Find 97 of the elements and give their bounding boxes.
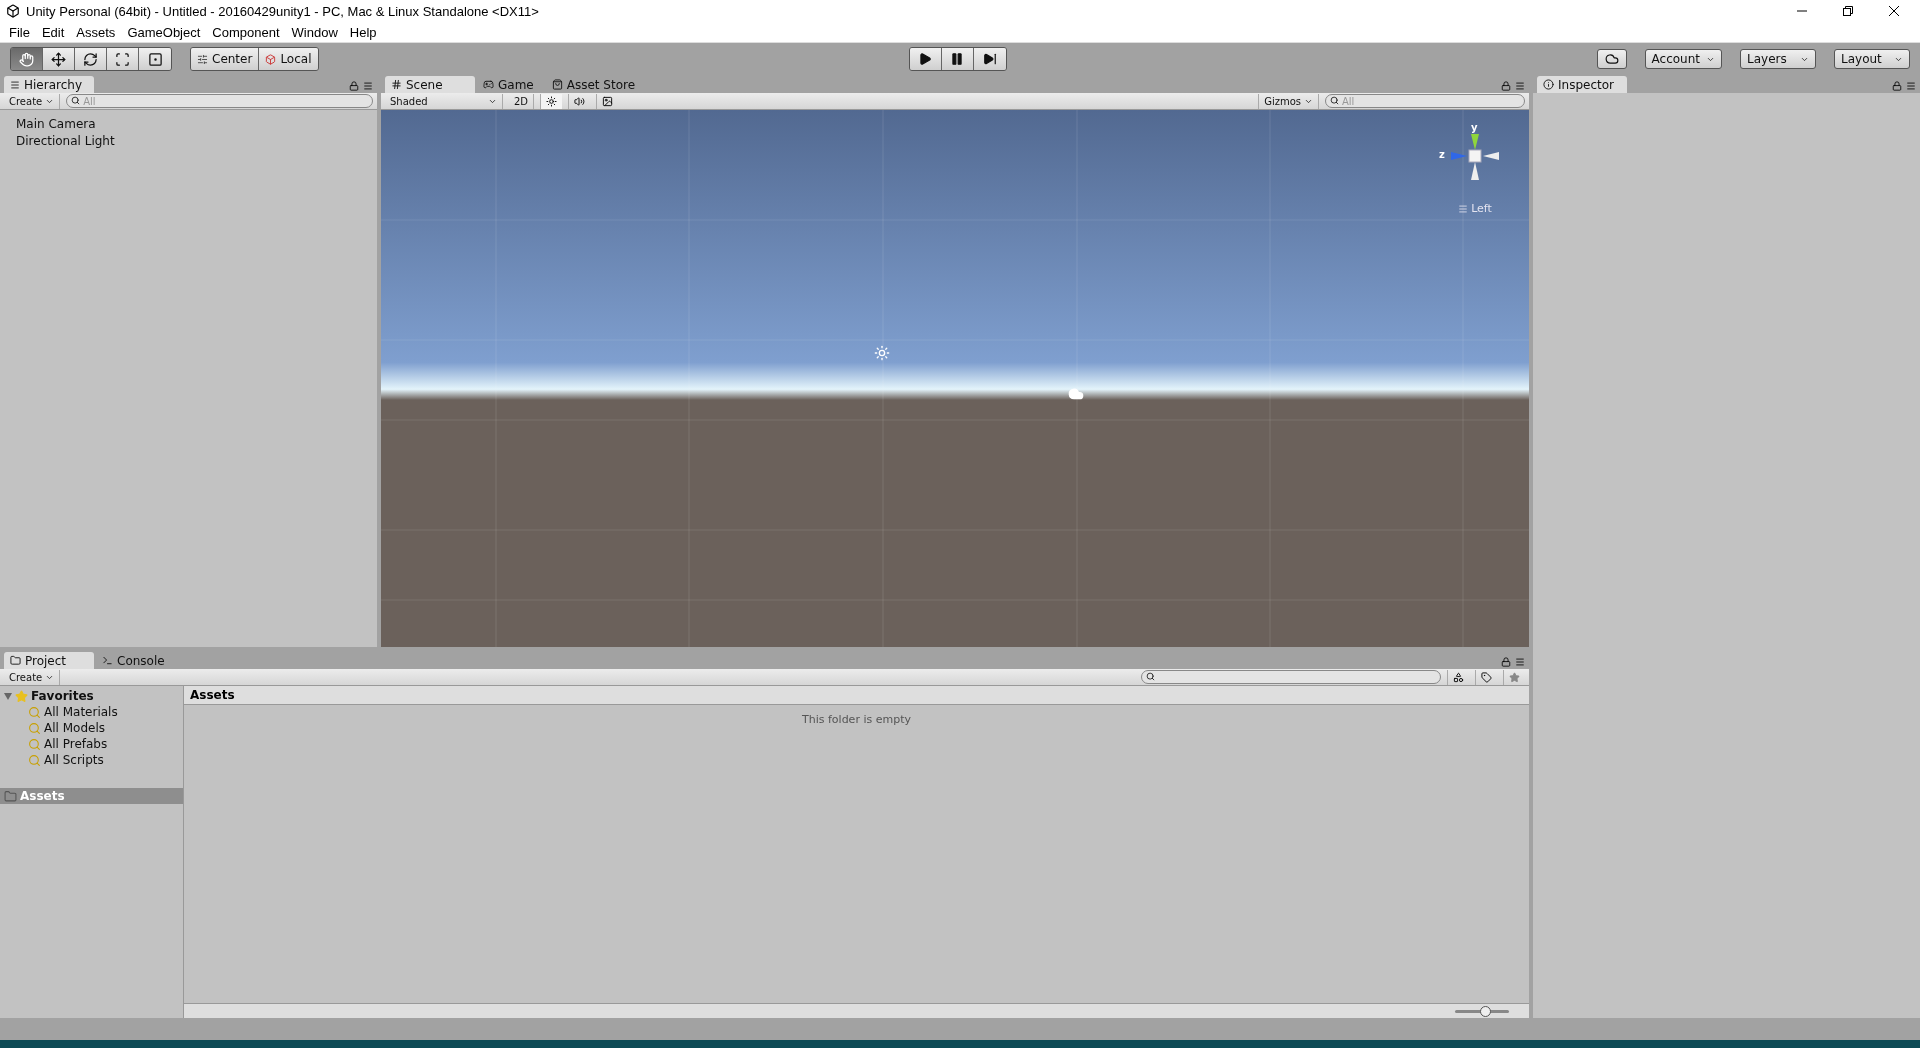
folder-icon [10, 655, 21, 666]
menu-icon [1458, 203, 1469, 214]
create-dropdown[interactable]: Create [4, 93, 61, 109]
hand-icon [19, 51, 34, 67]
menu-icon[interactable] [1906, 81, 1916, 91]
grid-icon [391, 79, 402, 90]
step-button[interactable] [973, 48, 1006, 70]
scale-icon [115, 51, 130, 67]
panel-tab[interactable]: Game [477, 76, 544, 93]
speaker-icon [574, 95, 586, 107]
gamepad-icon [483, 79, 494, 90]
tree-item[interactable]: Favorites [0, 688, 183, 704]
tool-button[interactable] [43, 48, 75, 70]
panel-tab[interactable]: Hierarchy [4, 76, 94, 93]
tool-button[interactable] [107, 48, 139, 70]
play-icon [918, 52, 933, 66]
dropdown-button[interactable]: Layers [1740, 49, 1816, 69]
star-icon [15, 689, 28, 703]
folder-icon [4, 789, 17, 803]
shading-dropdown[interactable]: Shaded [385, 93, 503, 109]
search-field[interactable] [1141, 670, 1441, 684]
lighting-toggle[interactable] [540, 93, 563, 109]
tree-item[interactable]: All Prefabs [0, 736, 183, 752]
pivot-button[interactable]: Local [259, 48, 318, 70]
axis-label: y [1471, 122, 1478, 133]
light-icon[interactable] [874, 345, 890, 361]
tree-item[interactable]: All Scripts [0, 752, 183, 768]
search-field[interactable]: All [66, 94, 373, 108]
cube-icon [265, 53, 277, 65]
search-icon [1146, 672, 1155, 681]
tag-icon [1481, 671, 1492, 683]
bag-icon [551, 79, 563, 90]
search-icon [1330, 96, 1339, 105]
search-icon [28, 705, 41, 719]
lock-icon[interactable] [1501, 657, 1511, 667]
dropdown-button[interactable]: Account [1644, 49, 1722, 69]
menu-item[interactable]: Assets [70, 24, 122, 40]
gizmos-dropdown[interactable]: Gizmos [1258, 93, 1319, 109]
move-arrows-icon [51, 51, 66, 67]
panel-tab[interactable]: Inspector [1537, 76, 1627, 93]
rect-icon [147, 51, 163, 67]
play-button[interactable] [909, 48, 942, 70]
slider-thumb[interactable] [1479, 1005, 1491, 1017]
menu-item[interactable]: File [3, 24, 36, 40]
console-icon [102, 655, 113, 666]
search-icon [71, 96, 81, 105]
logo-icon [6, 4, 20, 18]
tree-item[interactable]: All Materials [0, 704, 183, 720]
sun-icon [546, 95, 558, 107]
hierarchy-item[interactable]: Directional Light [16, 133, 361, 149]
rotate-icon [83, 51, 98, 67]
list-icon [10, 79, 20, 90]
image-icon [602, 95, 614, 107]
menu-icon[interactable] [363, 81, 373, 91]
dropdown-button[interactable]: Layout [1834, 49, 1910, 69]
search-icon [28, 753, 41, 767]
tool-button[interactable] [75, 48, 107, 70]
2d-toggle[interactable]: 2D [509, 93, 535, 109]
pivot-icon [197, 53, 208, 65]
search-icon [28, 737, 41, 751]
search-icon [28, 721, 41, 735]
shapes-icon [1453, 671, 1464, 683]
tree-item[interactable]: All Models [0, 720, 183, 736]
menu-icon[interactable] [1515, 657, 1525, 667]
cloud-button[interactable] [1596, 49, 1627, 69]
panel-tab[interactable]: Asset Store [545, 76, 646, 93]
close-icon [1889, 6, 1899, 16]
menu-icon[interactable] [1515, 81, 1525, 91]
window-title: Unity Personal (64bit) - Untitled - 20160429unity1 - PC, Mac & Linux Standalone <DX11> [26, 3, 540, 19]
panel-tab[interactable]: Console [96, 652, 175, 669]
scene-view[interactable]: y z Left [381, 110, 1529, 647]
lock-icon[interactable] [349, 81, 359, 91]
create-dropdown[interactable]: Create [4, 669, 61, 685]
lock-icon[interactable] [1501, 81, 1511, 91]
panel-tab[interactable]: Scene [385, 76, 475, 93]
restore-icon [1843, 6, 1853, 16]
panel-tab[interactable]: Project [4, 652, 94, 669]
menu-item[interactable]: Component [206, 24, 286, 40]
search-field[interactable]: All [1325, 94, 1525, 108]
step-icon [982, 52, 997, 66]
expand-arrow-icon[interactable] [4, 692, 12, 700]
star-icon [1509, 671, 1520, 683]
cloud-icon [1604, 52, 1619, 66]
breadcrumb[interactable]: Assets [184, 686, 1529, 705]
menu-item[interactable]: Help [343, 24, 383, 40]
menu-item[interactable]: GameObject [121, 24, 207, 40]
empty-message: This folder is empty [802, 713, 911, 726]
pivot-button[interactable]: Center [191, 48, 260, 70]
menu-item[interactable]: Edit [35, 24, 71, 40]
tool-button[interactable] [139, 48, 171, 70]
axis-label: z [1439, 149, 1445, 160]
info-icon [1543, 79, 1554, 90]
lock-icon[interactable] [1892, 81, 1902, 91]
hierarchy-item[interactable]: Main Camera [16, 116, 361, 132]
pause-icon [950, 52, 965, 66]
menu-item[interactable]: Window [285, 24, 344, 40]
pause-button[interactable] [941, 48, 974, 70]
